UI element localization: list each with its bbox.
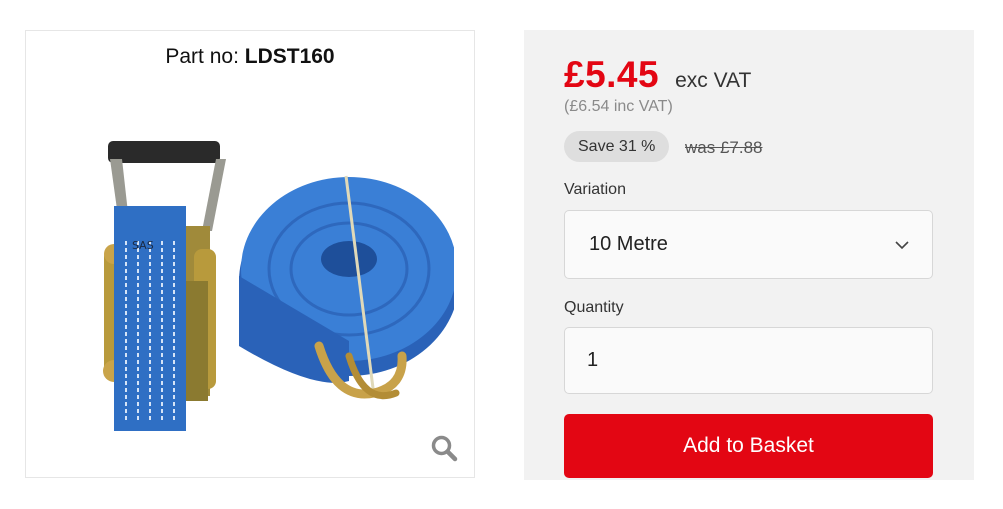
product-image-card: Part no: LDST160 SAS — [25, 30, 475, 478]
variation-label: Variation — [564, 181, 626, 198]
part-number: Part no: LDST160 — [26, 45, 474, 69]
add-to-basket-button[interactable]: Add to Basket — [564, 414, 933, 478]
price: £5.45 — [564, 54, 660, 95]
quantity-input[interactable] — [564, 327, 933, 394]
part-number-label: Part no: — [165, 45, 239, 68]
purchase-panel: £5.45 exc VAT (£6.54 inc VAT) Save 31 % … — [524, 30, 974, 480]
part-number-value: LDST160 — [244, 45, 335, 68]
svg-text:SAS: SAS — [132, 239, 154, 252]
save-badge: Save 31 % — [564, 131, 670, 162]
exc-vat-label: exc VAT — [675, 69, 752, 92]
coiled-strap-illustration — [239, 175, 454, 400]
product-image[interactable]: SAS — [74, 131, 454, 431]
zoom-icon[interactable] — [430, 434, 458, 462]
ratchet-illustration: SAS — [103, 141, 226, 431]
price-row: £5.45 exc VAT — [564, 54, 751, 96]
quantity-label: Quantity — [564, 299, 624, 316]
variation-selected-value: 10 Metre — [589, 233, 668, 255]
was-price: was £7.88 — [685, 138, 763, 157]
chevron-down-icon — [895, 241, 909, 250]
variation-select[interactable]: 10 Metre — [564, 210, 933, 279]
inc-vat-price: (£6.54 inc VAT) — [564, 98, 673, 115]
